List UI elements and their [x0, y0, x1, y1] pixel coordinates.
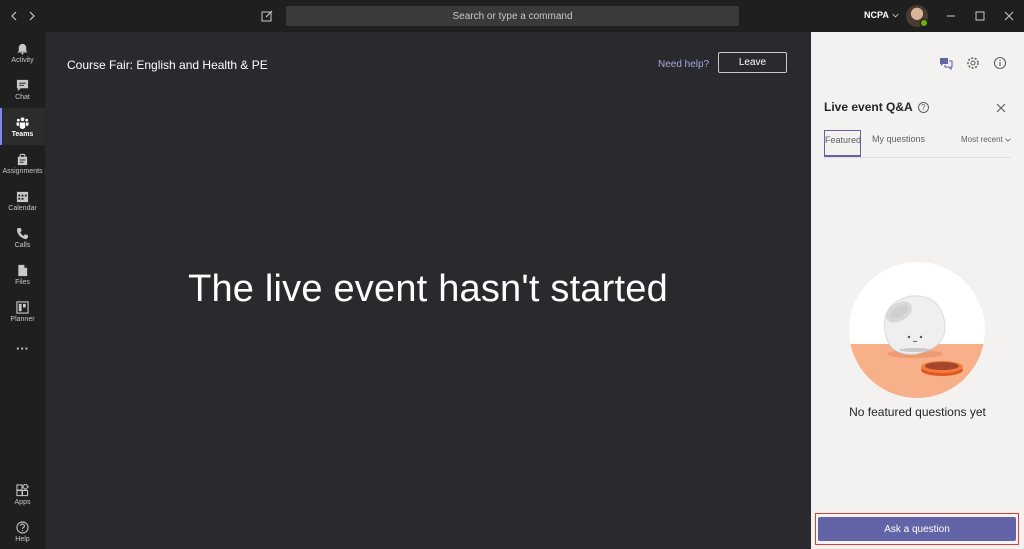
- rail-label: Assignments: [2, 167, 43, 175]
- bell-icon: [17, 43, 28, 55]
- help-icon: [16, 520, 29, 534]
- question-circle-icon[interactable]: ?: [917, 101, 929, 113]
- compose-button[interactable]: [259, 8, 275, 24]
- info-icon: [993, 56, 1007, 70]
- search-placeholder: Search or type a command: [452, 10, 573, 22]
- close-icon: [996, 103, 1006, 113]
- rail-item-calls[interactable]: Calls: [0, 219, 45, 256]
- sort-dropdown[interactable]: Most recent: [961, 135, 1011, 144]
- rail-label: Teams: [11, 130, 34, 138]
- rail-label: Calendar: [8, 204, 37, 212]
- rail-label: Calls: [14, 241, 31, 249]
- rail-item-apps[interactable]: Apps: [0, 476, 45, 513]
- org-switcher[interactable]: NCPA: [864, 10, 899, 20]
- qa-icon: [940, 58, 953, 71]
- event-status-message: The live event hasn't started: [188, 268, 668, 310]
- planner-icon: [16, 300, 29, 314]
- info-button[interactable]: [993, 56, 1007, 70]
- panel-title-text: Live event Q&A: [824, 100, 913, 114]
- rail-label: Apps: [14, 498, 31, 506]
- qa-tabs: Featured My questions Most recent: [824, 130, 1011, 158]
- chevron-down-icon: [1005, 138, 1011, 142]
- close-window-button[interactable]: [1001, 8, 1017, 24]
- title-bar: Search or type a command NCPA: [0, 0, 1024, 32]
- org-name: NCPA: [864, 10, 889, 20]
- apps-icon: [16, 483, 29, 496]
- tab-featured[interactable]: Featured: [824, 130, 861, 157]
- minimize-icon: [947, 15, 955, 17]
- rail-label: Files: [15, 278, 30, 286]
- leave-button[interactable]: Leave: [718, 52, 787, 73]
- rail-item-planner[interactable]: Planner: [0, 293, 45, 330]
- chevron-left-icon: [11, 11, 17, 21]
- rail-item-teams[interactable]: Teams: [0, 108, 45, 145]
- qa-toggle-button[interactable]: [939, 56, 953, 71]
- close-icon: [1004, 11, 1014, 21]
- compose-icon: [261, 10, 273, 22]
- rail-item-files[interactable]: Files: [0, 256, 45, 293]
- need-help-link[interactable]: Need help?: [658, 59, 709, 70]
- chevron-right-icon: [29, 11, 35, 21]
- more-icon: ···: [16, 341, 29, 356]
- phone-icon: [16, 227, 29, 239]
- assignments-icon: [17, 153, 28, 165]
- rail-item-calendar[interactable]: Calendar: [0, 182, 45, 219]
- search-input[interactable]: Search or type a command: [286, 6, 739, 26]
- maximize-button[interactable]: [972, 8, 988, 24]
- event-title: Course Fair: English and Health & PE: [67, 58, 268, 72]
- rail-item-help[interactable]: Help: [0, 513, 45, 549]
- rail-label: Planner: [10, 315, 35, 323]
- presence-available-icon: [920, 19, 928, 27]
- app-rail: Activity Chat Teams Assignments Calendar…: [0, 32, 45, 549]
- settings-button[interactable]: [966, 56, 980, 70]
- empty-state-illustration: [849, 262, 985, 398]
- tab-my-questions[interactable]: My questions: [872, 134, 925, 144]
- empty-state-message: No featured questions yet: [849, 405, 986, 419]
- rail-item-activity[interactable]: Activity: [0, 34, 45, 71]
- rail-item-chat[interactable]: Chat: [0, 71, 45, 108]
- teams-icon: [16, 116, 29, 129]
- calendar-icon: [16, 191, 29, 202]
- panel-title: Live event Q&A ?: [824, 100, 929, 114]
- sort-label: Most recent: [961, 135, 1003, 144]
- gear-icon: [967, 57, 979, 69]
- rail-label: Activity: [11, 56, 34, 64]
- close-panel-button[interactable]: [995, 101, 1007, 113]
- rail-label: Chat: [15, 93, 30, 101]
- live-event-stage: Course Fair: English and Health & PE Nee…: [45, 32, 811, 549]
- chevron-down-icon: [892, 13, 899, 18]
- back-button[interactable]: [6, 8, 22, 24]
- maximize-icon: [975, 11, 985, 21]
- forward-button[interactable]: [24, 8, 40, 24]
- ask-question-button[interactable]: Ask a question: [818, 517, 1016, 541]
- jar-illustration-icon: [884, 295, 963, 376]
- more-apps-button[interactable]: ···: [0, 330, 45, 367]
- rail-item-assignments[interactable]: Assignments: [0, 145, 45, 182]
- file-icon: [18, 264, 28, 276]
- rail-label: Help: [15, 535, 30, 543]
- qa-panel: Live event Q&A ? Featured My questions M…: [811, 32, 1024, 549]
- chat-icon: [16, 79, 29, 91]
- minimize-button[interactable]: [943, 8, 959, 24]
